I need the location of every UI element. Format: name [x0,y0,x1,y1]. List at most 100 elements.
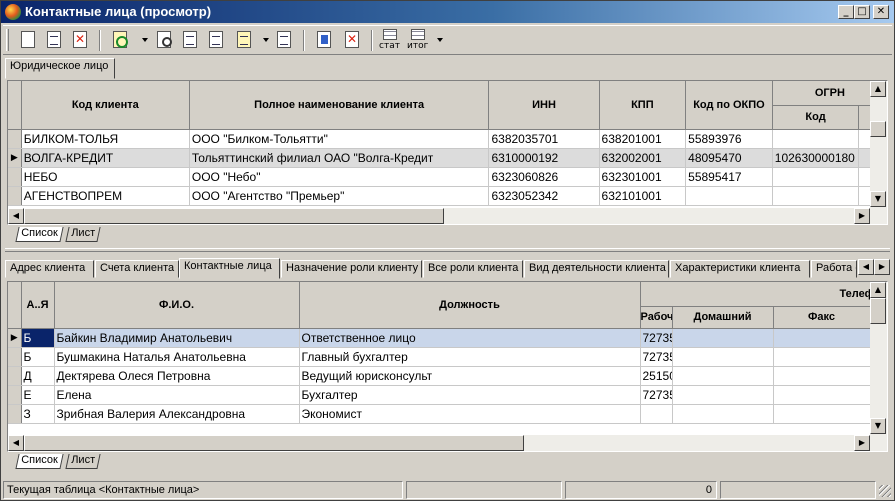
cell-fio[interactable]: Зрибная Валерия Александровна [54,404,300,424]
cell-fax[interactable] [773,366,871,386]
tab-legal-entity[interactable]: Юридическое лицо [5,58,115,79]
tabs-scroll-right-icon[interactable]: ▶ [874,259,890,275]
scroll-up-arrow-icon[interactable]: ▲ [870,282,886,298]
toolbar-grip[interactable] [6,29,9,51]
tab-role-assignment[interactable]: Назначение роли клиенту [281,260,422,278]
col-header-fax[interactable]: Факс [773,306,871,329]
cell-client-code[interactable]: ВОЛГА-КРЕДИТ [21,148,190,168]
scroll-right-arrow-icon[interactable]: ▶ [854,435,870,451]
scroll-down-arrow-icon[interactable]: ▼ [870,418,886,434]
refresh-dropdown-arrow[interactable] [142,38,148,42]
cell-okpo[interactable]: 55895417 [685,167,773,187]
title-bar[interactable]: Контактные лица (просмотр) _ □ ✕ [1,1,894,23]
edit-list-button[interactable] [233,29,255,51]
col-header-kpp[interactable]: КПП [599,81,687,130]
contacts-horizontal-scrollbar[interactable]: ◀ ▶ [8,435,887,451]
row-indicator[interactable] [8,385,22,405]
col-header-letter[interactable]: А..Я [21,282,55,329]
refresh-button[interactable] [109,29,131,51]
cell-okpo[interactable] [685,186,773,206]
cell-position[interactable]: Экономист [299,404,641,424]
col-header-okpo[interactable]: Код по ОКПО [685,81,773,130]
cell-okpo[interactable]: 55893976 [685,129,773,149]
cell-position[interactable]: Бухгалтер [299,385,641,405]
cell-fax[interactable] [773,404,871,424]
scroll-thumb[interactable] [24,435,524,451]
new-record-button[interactable] [17,29,39,51]
table-row[interactable]: Б Бушмакина Наталья Анатольевна Главный … [8,347,887,367]
scroll-down-arrow-icon[interactable]: ▼ [870,191,886,207]
cell-ogrn[interactable]: 102630000180 [772,148,860,168]
cell-client-code[interactable]: НЕБО [21,167,190,187]
cell-home-phone[interactable] [672,347,774,367]
col-header-phone[interactable]: Телефон [640,282,887,307]
tab-client-characteristics[interactable]: Характеристики клиента [670,260,810,278]
col-header-home-phone[interactable]: Домашний [672,306,774,329]
table-row[interactable]: АГЕНСТВОПРЕМ ООО "Агентство "Премьер" 63… [8,186,887,206]
cell-full-name[interactable]: ООО "Билком-Тольятти" [189,129,490,149]
tab-all-roles[interactable]: Все роли клиента [423,260,523,278]
sheet-tab-list[interactable]: Список [15,227,64,242]
col-header-client-code[interactable]: Код клиента [21,81,190,130]
cell-fax[interactable] [773,347,871,367]
report-button[interactable] [205,29,227,51]
tab-client-accounts[interactable]: Счета клиента [95,260,179,278]
cell-work-phone[interactable]: 72735 [640,385,673,405]
cell-home-phone[interactable] [672,404,774,424]
minimize-button[interactable]: _ [838,5,854,19]
cell-client-code[interactable]: БИЛКОМ-ТОЛЬЯ [21,129,190,149]
scroll-left-arrow-icon[interactable]: ◀ [8,208,24,224]
row-indicator[interactable] [8,186,22,206]
cell-inn[interactable]: 6323060826 [488,167,600,187]
cell-okpo[interactable]: 48095470 [685,148,773,168]
cell-kpp[interactable]: 638201001 [599,129,687,149]
cell-fax[interactable] [773,328,871,348]
cell-letter[interactable]: Е [21,385,55,405]
clients-horizontal-scrollbar[interactable]: ◀ ▶ [8,208,887,224]
sheet-tab-sheet[interactable]: Лист [65,227,101,242]
col-header-ogrn-code[interactable]: Код [772,105,860,130]
edit-record-button[interactable] [43,29,65,51]
table-row[interactable]: БИЛКОМ-ТОЛЬЯ ООО "Билком-Тольятти" 63820… [8,129,887,149]
cell-fio[interactable]: Байкин Владимир Анатольевич [54,328,300,348]
tab-activity-type[interactable]: Вид деятельности клиента [524,260,669,278]
clients-vertical-scrollbar[interactable]: ▲ ▼ [870,81,887,208]
cell-fax[interactable] [773,385,871,405]
copy-button[interactable] [179,29,201,51]
row-indicator[interactable] [8,129,22,149]
cell-kpp[interactable]: 632301001 [599,167,687,187]
cell-home-phone[interactable] [672,385,774,405]
cell-ogrn[interactable] [772,129,860,149]
row-indicator[interactable] [8,404,22,424]
sort-button[interactable] [273,29,295,51]
cell-work-phone[interactable]: 72735 [640,328,673,348]
cell-home-phone[interactable] [672,328,774,348]
cell-fio[interactable]: Бушмакина Наталья Анатольевна [54,347,300,367]
totals-dropdown-arrow[interactable] [437,38,443,42]
tab-contact-persons[interactable]: Контактные лица [179,258,280,279]
app-icon[interactable] [5,4,21,20]
current-row-indicator[interactable]: ▶ [8,328,22,348]
delete-record-button[interactable] [69,29,91,51]
edit-list-dropdown-arrow[interactable] [263,38,269,42]
current-row-indicator[interactable]: ▶ [8,148,22,168]
cell-letter[interactable]: Б [21,328,55,348]
close-button[interactable]: ✕ [873,5,889,19]
panel-splitter[interactable] [5,248,890,252]
table-row[interactable]: Е Елена Бухгалтер 72735 [8,385,887,405]
cell-position[interactable]: Главный бухгалтер [299,347,641,367]
cell-home-phone[interactable] [672,366,774,386]
cell-ogrn[interactable] [772,186,860,206]
cell-fio[interactable]: Дектярева Олеся Петровна [54,366,300,386]
col-header-fio[interactable]: Ф.И.О. [54,282,300,329]
scroll-up-arrow-icon[interactable]: ▲ [870,81,886,97]
cell-inn[interactable]: 6382035701 [488,129,600,149]
row-indicator[interactable] [8,366,22,386]
cell-position[interactable]: Ответственное лицо [299,328,641,348]
cell-letter[interactable]: Б [21,347,55,367]
col-header-full-name[interactable]: Полное наименование клиента [189,81,490,130]
contacts-vertical-scrollbar[interactable]: ▲ ▼ [870,282,887,435]
table-row[interactable]: Д Дектярева Олеся Петровна Ведущий юриск… [8,366,887,386]
totals-button[interactable]: итог [407,29,429,51]
resize-grip-icon[interactable] [879,485,891,497]
